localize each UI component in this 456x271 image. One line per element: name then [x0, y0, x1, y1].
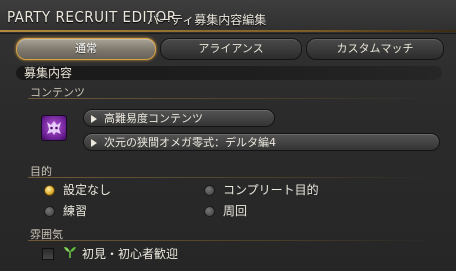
play-arrow-icon	[91, 115, 97, 123]
objective-option-label: 設定なし	[63, 183, 112, 197]
radio-off-icon	[204, 206, 215, 217]
title-bar: PARTY RECRUIT EDITOR パーティ募集内容編集	[0, 0, 456, 34]
alexander-raid-icon[interactable]	[41, 115, 67, 141]
recruit-section-header: 募集内容	[16, 66, 442, 80]
alexander-raid-glyph	[47, 121, 61, 135]
sprout-icon	[64, 247, 76, 258]
radio-off-icon	[44, 206, 55, 217]
objective-option-label: 周回	[223, 204, 248, 218]
window-subtitle: パーティ募集内容編集	[147, 13, 267, 27]
content-divider	[28, 98, 438, 99]
tab-alliance[interactable]: アライアンス	[160, 38, 302, 60]
atmosphere-divider	[28, 240, 438, 241]
first-timer-checkbox[interactable]	[42, 248, 54, 260]
radio-on-icon	[44, 185, 55, 196]
first-timer-label: 初見・初心者歓迎	[82, 247, 179, 261]
duty-selector[interactable]: 次元の狭間オメガ零式：デルタ編4	[83, 133, 440, 151]
objective-option-label: コンプリート目的	[223, 183, 319, 197]
content-category-selector[interactable]: 高難易度コンテンツ	[83, 109, 275, 127]
tab-normal-label: 通常	[75, 42, 97, 55]
duty-label: 次元の狭間オメガ零式：デルタ編4	[104, 136, 276, 149]
tab-custom-match[interactable]: カスタムマッチ	[306, 38, 444, 60]
objective-divider	[28, 177, 438, 178]
play-arrow-icon	[91, 139, 97, 147]
tab-custom-match-label: カスタムマッチ	[336, 42, 414, 55]
tab-alliance-label: アライアンス	[198, 42, 264, 55]
title-divider	[0, 30, 456, 32]
objective-option-label: 練習	[63, 204, 88, 218]
party-recruit-editor-window: PARTY RECRUIT EDITOR パーティ募集内容編集 通常 アライアン…	[0, 0, 456, 271]
radio-off-icon	[204, 185, 215, 196]
tab-bar: 通常 アライアンス カスタムマッチ	[16, 38, 444, 60]
content-category-label: 高難易度コンテンツ	[104, 112, 203, 125]
tab-normal[interactable]: 通常	[16, 38, 156, 60]
